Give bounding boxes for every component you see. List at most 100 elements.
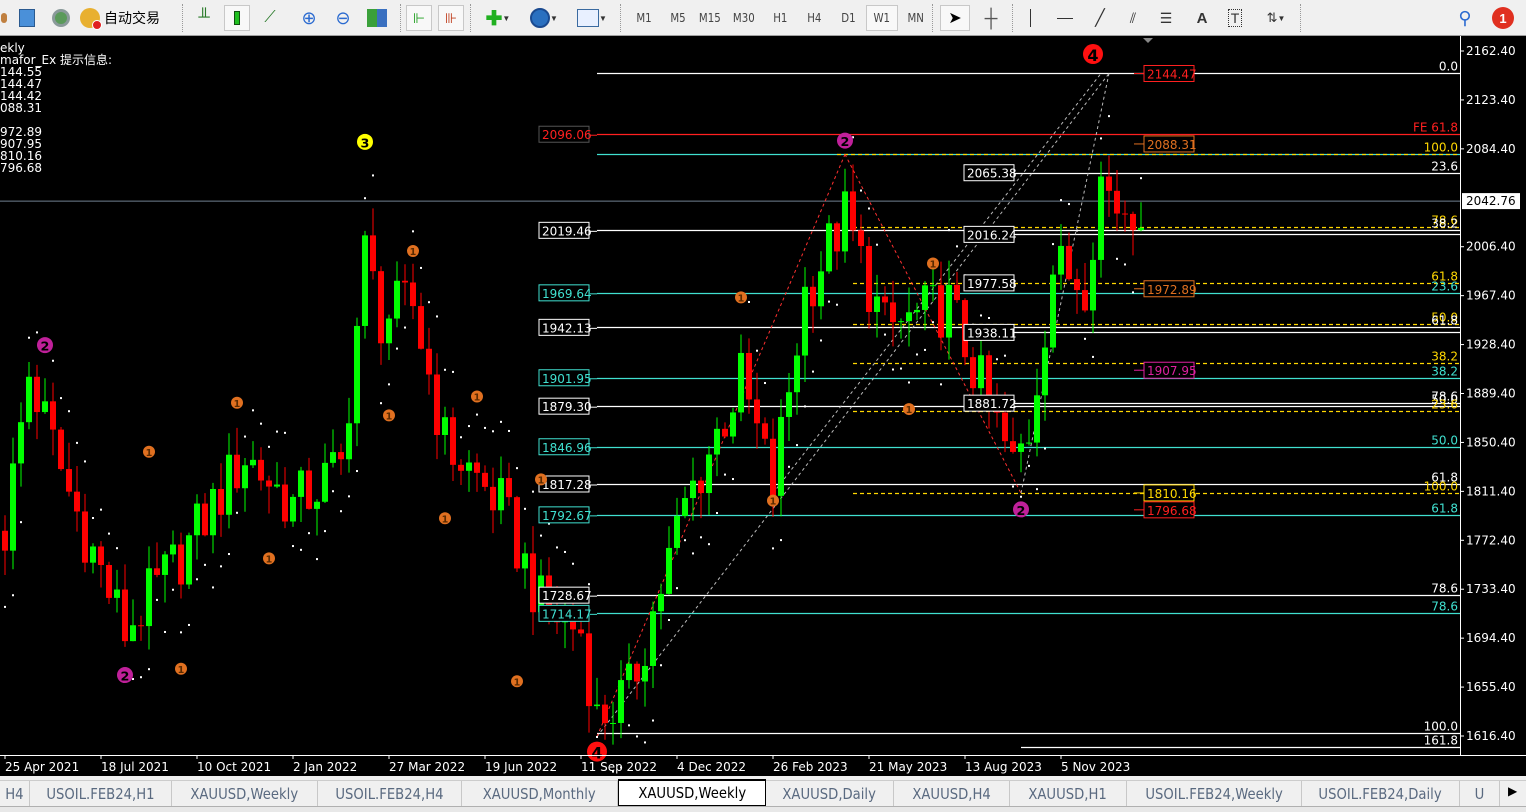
tabs-scroll-right-icon[interactable]: ▶ [1508,784,1517,798]
bar-chart-icon[interactable]: ╨ [192,5,216,31]
chart-tab-label: XAUUSD,Weekly [638,784,746,802]
semafor-marker-label: 1 [266,554,273,565]
timeframe-d1[interactable]: D1 [832,5,864,31]
chart-tab[interactable]: XAUUSD,Weekly [172,781,318,806]
fibonacci-icon[interactable]: ☰ [1154,5,1178,31]
equidistant-channel-icon[interactable]: ⫽ [1120,5,1146,31]
cursor-icon[interactable]: ➤ [940,5,970,31]
periods-dropdown[interactable]: ▼ [524,5,564,31]
right-price-box: 1907.95 [1143,361,1197,379]
chart-tab[interactable]: H4 [0,781,30,806]
crosshair-icon[interactable]: ┼ [978,5,1004,31]
candle-body [378,271,384,344]
candle-body [2,530,8,551]
left-price-box: 1792.67 [538,506,592,524]
candle-body [106,565,112,598]
parabolic-sar-dot [684,539,686,542]
timeframe-mn[interactable]: MN [900,5,932,31]
semafor-marker-label: 1 [738,293,745,304]
candle-body [746,352,752,400]
candle-body [434,374,440,435]
arrows-dropdown[interactable]: ⇅ ▼ [1258,5,1294,31]
chart-tab[interactable]: USOIL.FEB24,H1 [30,781,172,806]
candle-body [682,498,688,516]
text-icon[interactable]: A [1190,5,1214,31]
timeframe-m30[interactable]: M30 [728,5,760,31]
semafor-marker-label: 1 [770,497,777,508]
candle-body [770,438,776,496]
chart-tab[interactable]: U [1460,781,1500,806]
chart-tab-label: XAUUSD,Weekly [190,784,299,803]
parabolic-sar-dot [692,552,694,555]
candle-body [698,480,704,494]
zoom-out-icon[interactable]: ⊖ [330,5,356,31]
candle-body [506,478,512,498]
candle-body [738,352,744,413]
parabolic-sar-dot [1076,229,1078,232]
price-tick-label: 2162.40 [1466,44,1516,58]
chart-tab[interactable]: XAUUSD,Weekly [618,779,766,806]
chart-tab[interactable]: XAUUSD,H4 [894,781,1010,806]
price-box-text: 1728.67 [542,589,592,603]
auto-trading-button[interactable]: 自动交易 [80,5,188,31]
candle-body [90,546,96,563]
zoom-in-icon[interactable]: ⊕ [296,5,322,31]
new-indicator-dropdown[interactable]: ✚ ▼ [478,5,518,31]
price-chart[interactable]: 0.0 FE 61.8 100.0 23.6 78.6 38.2 61.8 23.6 50.0 6… [0,36,1526,776]
chart-tab[interactable]: USOIL.FEB24,H4 [318,781,462,806]
parabolic-sar-dot [268,445,270,448]
candlestick-chart-icon[interactable] [224,5,250,31]
candle-body [306,470,312,509]
candle-body [66,469,72,492]
chart-tab-label: USOIL.FEB24,H1 [46,784,155,803]
parabolic-sar-dot [204,563,206,566]
candle-body [322,462,328,502]
auto-trading-icon [80,8,102,30]
candle-body [250,459,256,466]
candle-body [394,280,400,319]
chart-tab[interactable]: XAUUSD,H1 [1010,781,1127,806]
search-icon[interactable]: ⚲ [1452,5,1478,31]
parabolic-sar-dot [140,676,142,679]
templates-dropdown[interactable]: ▼ [572,5,612,31]
parabolic-sar-dot [1004,354,1006,357]
left-price-box: 1942.13 [538,318,592,336]
parabolic-sar-dot [76,441,78,444]
parabolic-sar-dot [1140,177,1142,180]
fib-level-label: 50.0 [1431,434,1458,448]
notifications-button[interactable]: 1 [1486,5,1520,31]
parabolic-sar-dot [836,303,838,306]
market-watch-icon[interactable] [14,5,40,31]
horizontal-line-icon[interactable] [1052,5,1078,31]
timeframe-h4[interactable]: H4 [798,5,830,31]
parabolic-sar-dot [156,598,158,601]
candle-body [618,680,624,723]
vertical-line-icon[interactable] [1018,5,1042,31]
price-tick-label: 1694.40 [1466,631,1516,645]
tile-windows-icon[interactable] [364,5,390,31]
timeframe-m15[interactable]: M15 [694,5,726,31]
signal-icon[interactable] [48,5,74,31]
timeframe-m5[interactable]: M5 [662,5,694,31]
line-chart-icon[interactable]: ⟋ [258,5,282,31]
candle-body [794,355,800,393]
chart-tab[interactable]: USOIL.FEB24,Weekly [1127,781,1302,806]
info-line: 796.68 [0,161,42,175]
parabolic-sar-dot [276,430,278,433]
timeframe-m1[interactable]: M1 [628,5,660,31]
chart-shift-icon[interactable]: ⊪ [438,5,464,31]
chart-tab[interactable]: USOIL.FEB24,Daily [1302,781,1460,806]
chart-tab[interactable]: XAUUSD,Monthly [462,781,618,806]
trendline-icon[interactable]: ╱ [1088,5,1112,31]
timeframe-h1[interactable]: H1 [764,5,796,31]
parabolic-sar-dot [508,429,510,432]
chart-tab[interactable]: XAUUSD,Daily [766,781,894,806]
candle-body [242,465,248,489]
parabolic-sar-dot [52,359,54,362]
timeframe-w1[interactable]: W1 [866,5,898,31]
candle-body [762,423,768,439]
parabolic-sar-dot [212,586,214,589]
toolbar-overflow-icon[interactable] [0,5,8,31]
text-label-icon[interactable]: T [1222,5,1248,31]
auto-scroll-icon[interactable]: ⊩ [406,5,432,31]
